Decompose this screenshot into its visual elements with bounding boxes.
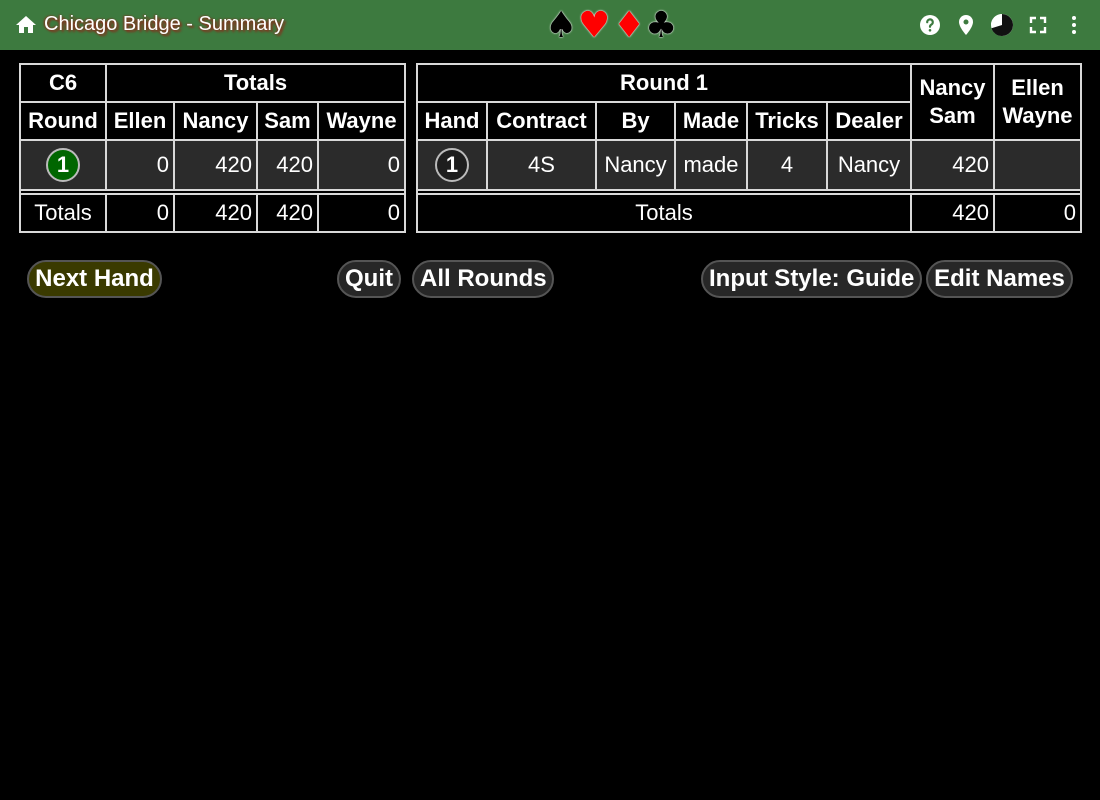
hand-1-button[interactable]: 1 <box>435 148 469 182</box>
score-nancy: 420 <box>173 139 258 191</box>
page-title: Chicago Bridge - Summary <box>44 13 285 35</box>
table-row: 1 0 420 420 0 <box>19 139 407 191</box>
col-header-tricks: Tricks <box>746 101 828 141</box>
pair2-total: 0 <box>993 193 1082 233</box>
total-sam: 420 <box>256 193 319 233</box>
home-icon[interactable] <box>14 13 38 37</box>
fullscreen-icon[interactable] <box>1026 13 1050 37</box>
round-1-button[interactable]: 1 <box>46 148 80 182</box>
pair1-header: Nancy Sam <box>910 63 995 141</box>
more-vert-icon[interactable] <box>1062 13 1086 37</box>
col-header-wayne: Wayne <box>316 101 407 141</box>
pair2-player-1: Ellen <box>1011 75 1064 100</box>
round-title: Round 1 <box>416 63 912 103</box>
col-header-dealer: Dealer <box>826 101 912 141</box>
input-style-button[interactable]: Input Style: Guide <box>701 260 922 298</box>
col-header-hand: Hand <box>416 101 488 141</box>
totals-group-header: Totals <box>104 63 407 103</box>
by-cell: Nancy <box>595 139 676 191</box>
col-header-by: By <box>595 101 676 141</box>
round-totals-label: Totals <box>416 193 912 233</box>
round-table: Round 1 Nancy Sam Ellen Wayne Hand Contr… <box>416 63 1082 233</box>
spade-icon: ♠ <box>545 5 578 46</box>
col-header-contract: Contract <box>486 101 597 141</box>
pair1-score: 420 <box>910 139 995 191</box>
contract-cell: 4S <box>486 139 597 191</box>
pair1-player-1: Nancy <box>919 75 986 100</box>
help-icon[interactable] <box>918 13 942 37</box>
table-row[interactable]: 1 4S Nancy made 4 Nancy 420 <box>416 139 1082 191</box>
col-header-ellen: Ellen <box>105 101 175 141</box>
col-header-sam: Sam <box>256 101 319 141</box>
next-hand-button[interactable]: Next Hand <box>27 260 162 298</box>
made-cell: made <box>674 139 748 191</box>
total-nancy: 420 <box>173 193 258 233</box>
totals-row: Totals 0 420 420 0 <box>19 193 407 233</box>
col-header-nancy: Nancy <box>173 101 258 141</box>
quit-button[interactable]: Quit <box>337 260 401 298</box>
edit-names-button[interactable]: Edit Names <box>926 260 1073 298</box>
tricks-cell: 4 <box>746 139 828 191</box>
corner-label: C6 <box>19 63 107 103</box>
col-header-round: Round <box>19 101 107 141</box>
totals-table: C6 Totals Round Ellen Nancy Sam Wayne 1 … <box>18 63 407 233</box>
location-icon[interactable] <box>954 13 978 37</box>
score-sam: 420 <box>256 139 319 191</box>
hand-cell: 1 <box>416 139 488 191</box>
total-wayne: 0 <box>316 193 407 233</box>
score-wayne: 0 <box>316 139 407 191</box>
totals-label: Totals <box>19 193 107 233</box>
totals-row: Totals 420 0 <box>416 193 1082 233</box>
diamond-icon: ♦ <box>613 5 646 46</box>
club-icon: ♣ <box>645 5 678 46</box>
heart-icon: ♥ <box>578 5 611 46</box>
app-bar: Chicago Bridge - Summary ♠ ♥ ♦ ♣ <box>0 0 1100 50</box>
theme-icon[interactable] <box>990 13 1014 37</box>
pair2-player-2: Wayne <box>1002 103 1073 128</box>
all-rounds-button[interactable]: All Rounds <box>412 260 554 298</box>
pair1-total: 420 <box>910 193 995 233</box>
dealer-cell: Nancy <box>826 139 912 191</box>
pair2-header: Ellen Wayne <box>993 63 1082 141</box>
total-ellen: 0 <box>105 193 175 233</box>
pair2-score <box>993 139 1082 191</box>
round-cell: 1 <box>19 139 107 191</box>
pair1-player-2: Sam <box>929 103 976 128</box>
col-header-made: Made <box>674 101 748 141</box>
score-ellen: 0 <box>105 139 175 191</box>
